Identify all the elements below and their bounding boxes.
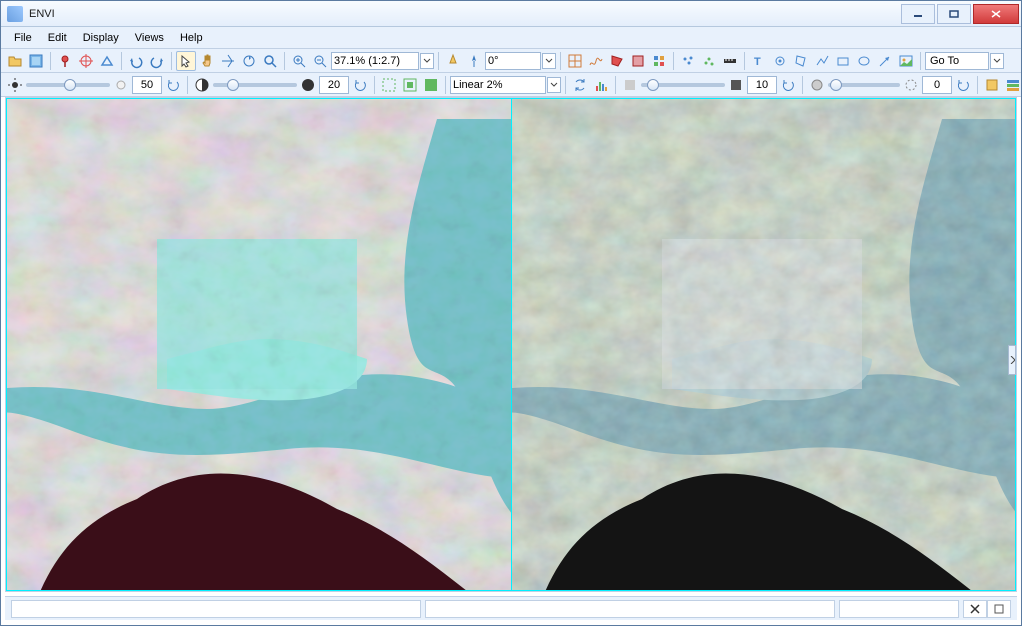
brightness-value[interactable]: 50 xyxy=(132,76,162,94)
goto-dropdown[interactable] xyxy=(990,53,1004,69)
pan-icon[interactable] xyxy=(197,51,217,71)
zoom-out-icon[interactable] xyxy=(310,51,330,71)
polygon-icon[interactable] xyxy=(791,51,811,71)
menu-edit[interactable]: Edit xyxy=(41,30,74,46)
contrast-value[interactable]: 20 xyxy=(319,76,349,94)
view-area xyxy=(5,97,1017,592)
sharpen-slider[interactable] xyxy=(641,76,725,94)
reset-brightness-icon[interactable] xyxy=(163,75,183,95)
zoom-dropdown[interactable] xyxy=(420,53,434,69)
vector-icon[interactable] xyxy=(97,51,117,71)
open-icon[interactable] xyxy=(5,51,25,71)
stretch-select[interactable]: Linear 2% xyxy=(450,76,546,94)
fly-icon[interactable] xyxy=(218,51,238,71)
rotate-icon[interactable] xyxy=(239,51,259,71)
menu-help[interactable]: Help xyxy=(173,30,210,46)
status-progress xyxy=(839,600,959,618)
rotation-dropdown[interactable] xyxy=(542,53,556,69)
sharpen-value[interactable]: 10 xyxy=(747,76,777,94)
toolbar-main: 37.1% (1:2.7) 0° T Go To xyxy=(1,49,1021,73)
north-up-icon[interactable] xyxy=(443,51,463,71)
dataset-icon[interactable] xyxy=(26,51,46,71)
data-manager-icon[interactable] xyxy=(649,51,669,71)
rotation-label: 0° xyxy=(488,55,499,67)
sun-icon xyxy=(111,75,131,95)
measure-icon[interactable] xyxy=(720,51,740,71)
menu-display[interactable]: Display xyxy=(76,30,126,46)
stretch-label: Linear 2% xyxy=(453,79,503,91)
polyline-icon[interactable] xyxy=(812,51,832,71)
arrow-icon[interactable] xyxy=(875,51,895,71)
legend-icon[interactable] xyxy=(1003,75,1021,95)
sharpen-max-icon xyxy=(726,75,746,95)
svg-text:T: T xyxy=(754,56,761,68)
transparency-slider[interactable] xyxy=(828,76,900,94)
contrast-max-icon xyxy=(298,75,318,95)
minimize-button[interactable] xyxy=(901,4,935,24)
scatter2-icon[interactable] xyxy=(699,51,719,71)
stretch-extent-icon[interactable] xyxy=(379,75,399,95)
stretch-full-icon[interactable] xyxy=(421,75,441,95)
brightness-slider[interactable] xyxy=(26,76,110,94)
roi-overlay-icon[interactable] xyxy=(628,51,648,71)
text-icon[interactable]: T xyxy=(749,51,769,71)
refresh-icon[interactable] xyxy=(570,75,590,95)
crosshair-icon[interactable] xyxy=(76,51,96,71)
toolbar-stretch: 50 20 Linear 2% 10 0 xyxy=(1,73,1021,97)
status-coords xyxy=(425,600,835,618)
stretch-view-icon[interactable] xyxy=(400,75,420,95)
pin-icon[interactable] xyxy=(55,51,75,71)
north-arrow-icon[interactable] xyxy=(464,51,484,71)
spectral-profile-icon[interactable] xyxy=(586,51,606,71)
app-title: ENVI xyxy=(29,8,899,20)
status-bar xyxy=(5,596,1017,620)
close-button[interactable] xyxy=(973,4,1019,24)
goto-label: Go To xyxy=(930,55,959,67)
view-pane-right[interactable] xyxy=(512,98,1017,591)
ellipse-icon[interactable] xyxy=(854,51,874,71)
cursor-value-icon[interactable] xyxy=(565,51,585,71)
right-panel-toggle[interactable] xyxy=(1008,345,1016,375)
view-pane-left[interactable] xyxy=(6,98,512,591)
transparency-max-icon xyxy=(901,75,921,95)
zoom-level-input[interactable]: 37.1% (1:2.7) xyxy=(331,52,419,70)
select-icon[interactable] xyxy=(176,51,196,71)
reset-transparency-icon[interactable] xyxy=(953,75,973,95)
contrast-icon[interactable] xyxy=(192,75,212,95)
reset-sharpen-icon[interactable] xyxy=(778,75,798,95)
undo-icon[interactable] xyxy=(126,51,146,71)
reset-contrast-icon[interactable] xyxy=(350,75,370,95)
maximize-button[interactable] xyxy=(937,4,971,24)
app-icon xyxy=(7,6,23,22)
brightness-icon[interactable] xyxy=(5,75,25,95)
status-cancel[interactable] xyxy=(963,600,987,618)
goto-input[interactable]: Go To xyxy=(925,52,989,70)
rectangle-icon[interactable] xyxy=(833,51,853,71)
histogram-icon[interactable] xyxy=(591,75,611,95)
chip-icon[interactable] xyxy=(982,75,1002,95)
symbol-icon[interactable] xyxy=(770,51,790,71)
scatter-icon[interactable] xyxy=(678,51,698,71)
transparency-min-icon xyxy=(807,75,827,95)
rotation-input[interactable]: 0° xyxy=(485,52,541,70)
menu-views[interactable]: Views xyxy=(128,30,171,46)
transparency-value[interactable]: 0 xyxy=(922,76,952,94)
roi-red-icon[interactable] xyxy=(607,51,627,71)
contrast-slider[interactable] xyxy=(213,76,297,94)
status-message xyxy=(11,600,421,618)
redo-icon[interactable] xyxy=(147,51,167,71)
title-bar: ENVI xyxy=(1,1,1021,27)
sharpen-min-icon xyxy=(620,75,640,95)
menu-file[interactable]: File xyxy=(7,30,39,46)
status-expand[interactable] xyxy=(987,600,1011,618)
zoom-tool-icon[interactable] xyxy=(260,51,280,71)
zoom-level-label: 37.1% (1:2.7) xyxy=(334,55,400,67)
stretch-dropdown[interactable] xyxy=(547,77,561,93)
menu-bar: File Edit Display Views Help xyxy=(1,27,1021,49)
zoom-in-icon[interactable] xyxy=(289,51,309,71)
picture-icon[interactable] xyxy=(896,51,916,71)
